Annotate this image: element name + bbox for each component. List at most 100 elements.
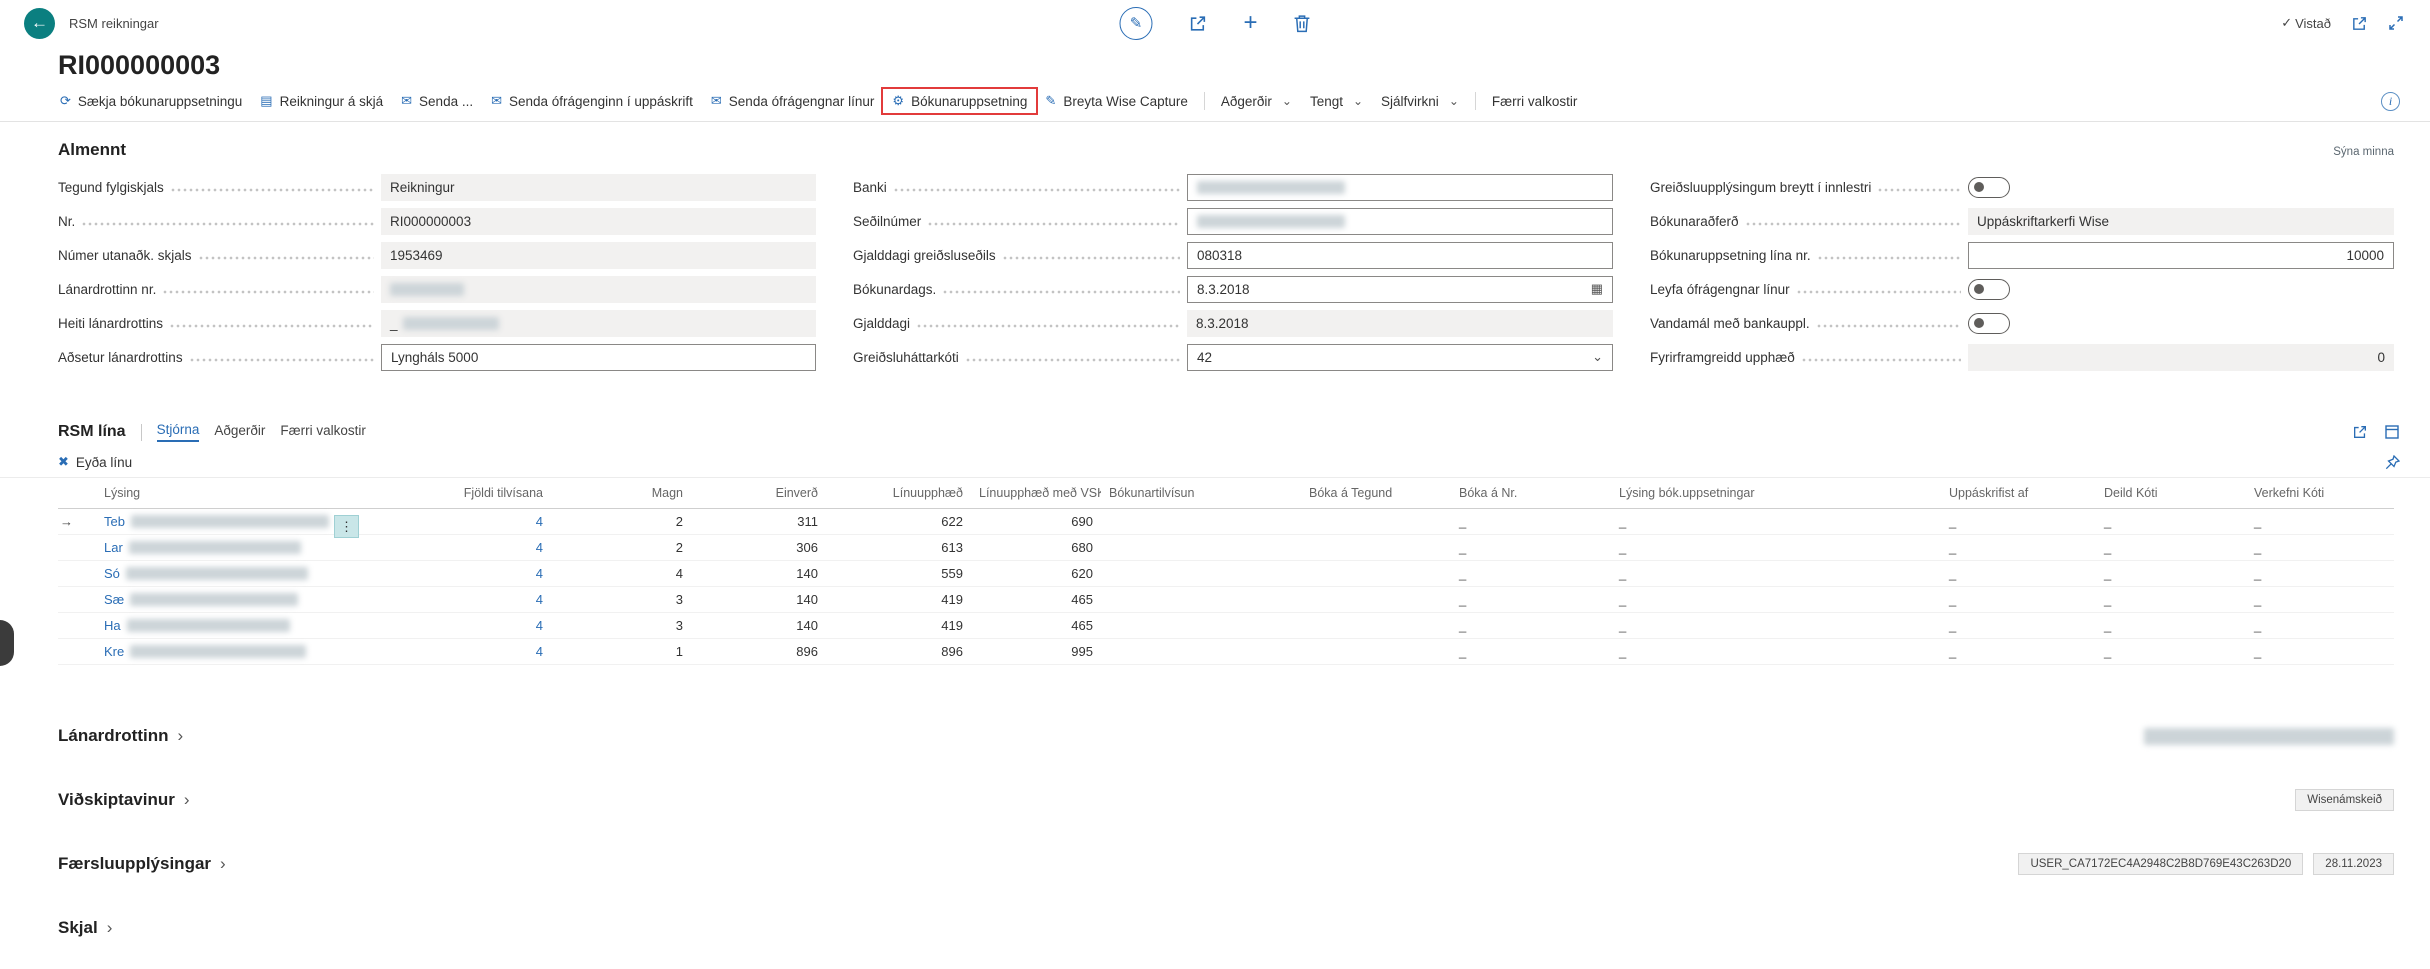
related-menu[interactable]: Tengt ⌄ [1302,91,1371,112]
col-posting-ref[interactable]: Bókunartilvísun [1101,486,1301,500]
payment-info-changed-toggle[interactable] [1968,177,2010,198]
delete-line-button[interactable]: ✖ Eyða línu [58,454,132,470]
line-project-code[interactable]: _ [2246,592,2394,607]
pin-button[interactable] [2385,455,2400,470]
section-title[interactable]: Almennt [58,140,126,160]
col-line-amount[interactable]: Línuupphæð [826,486,971,500]
line-setup-desc[interactable]: _ [1611,644,1941,659]
edit-wise-capture-button[interactable]: ✎ Breyta Wise Capture [1037,90,1195,112]
line-approved-by[interactable]: _ [1941,566,2096,581]
bank-input[interactable] [1187,174,1613,201]
tab-fewer-options[interactable]: Færri valkostir [280,423,366,441]
line-description-cell[interactable]: Sæ [96,592,351,607]
col-unit-price[interactable]: Einverð [691,486,826,500]
table-row[interactable]: Só 4 4 140 559 620 _ _ _ _ _ [58,561,2394,587]
col-line-amount-vat[interactable]: Línuupphæð með VSK [971,486,1101,500]
send-unfinished-approval-button[interactable]: ✉ Senda ófrágenginn í uppáskrift [483,90,701,112]
line-qty[interactable]: 4 [551,566,691,581]
line-approved-by[interactable]: _ [1941,592,2096,607]
vendor-address-input[interactable]: Lyngháls 5000 [381,344,816,371]
delete-button[interactable] [1294,14,1311,33]
line-unit-price[interactable]: 896 [691,644,826,659]
line-qty[interactable]: 1 [551,644,691,659]
line-description[interactable]: Só [104,566,120,581]
col-approved-by[interactable]: Uppáskrifist af [1941,486,2096,500]
line-setup-desc[interactable]: _ [1611,514,1941,529]
line-amount-vat[interactable]: 690 [971,514,1101,529]
line-unit-price[interactable]: 306 [691,540,826,555]
section-document[interactable]: Skjal › [0,909,2430,947]
line-amount-vat[interactable]: 465 [971,592,1101,607]
line-post-nr[interactable]: _ [1451,644,1611,659]
actions-menu[interactable]: Aðgerðir ⌄ [1213,91,1300,112]
share-button[interactable] [1188,14,1207,33]
section-entry-info[interactable]: Færsluupplýsingar › USER_CA7172EC4A2948C… [0,845,2430,883]
lines-title[interactable]: RSM lína [58,423,126,441]
line-amount[interactable]: 419 [826,592,971,607]
line-approved-by[interactable]: _ [1941,618,2096,633]
line-qty[interactable]: 2 [551,540,691,555]
new-document-button[interactable]: + [1243,11,1257,35]
line-description[interactable]: Kre [104,644,124,659]
line-refs[interactable]: 4 [351,618,551,633]
col-project-code[interactable]: Verkefni Kóti [2246,486,2394,500]
line-amount-vat[interactable]: 995 [971,644,1101,659]
table-row[interactable]: Kre 4 1 896 896 995 _ _ _ _ _ [58,639,2394,665]
line-dept-code[interactable]: _ [2096,540,2246,555]
share-lines-button[interactable] [2352,424,2368,440]
tab-manage[interactable]: Stjórna [157,422,200,442]
line-description[interactable]: Teb [104,514,125,529]
calendar-icon[interactable]: ▦ [1591,281,1603,297]
send-button[interactable]: ✉ Senda ... [393,90,481,112]
col-setup-desc[interactable]: Lýsing bók.uppsetningar [1611,486,1941,500]
chevron-down-icon[interactable]: ⌄ [1592,349,1603,365]
fetch-posting-setup-button[interactable]: ⟳ Sækja bókunaruppsetningu [52,90,250,112]
line-approved-by[interactable]: _ [1941,644,2096,659]
section-customer[interactable]: Viðskiptavinur › Wisenámskeið [0,781,2430,819]
col-post-nr[interactable]: Bóka á Nr. [1451,486,1611,500]
line-unit-price[interactable]: 140 [691,592,826,607]
line-project-code[interactable]: _ [2246,644,2394,659]
line-amount[interactable]: 419 [826,618,971,633]
open-lines-button[interactable] [2384,424,2400,440]
payment-method-select[interactable]: 42⌄ [1187,344,1613,371]
line-refs[interactable]: 4 [351,566,551,581]
line-description-cell[interactable]: Kre [96,644,351,659]
line-post-nr[interactable]: _ [1451,566,1611,581]
line-description-cell[interactable]: Só [96,566,351,581]
tab-actions[interactable]: Aðgerðir [214,423,265,441]
line-description-cell[interactable]: Teb⋮ [96,514,351,529]
breadcrumb[interactable]: RSM reikningar [69,16,159,31]
col-qty[interactable]: Magn [551,486,691,500]
invoice-on-screen-button[interactable]: ▤ Reikningur á skjá [252,90,391,112]
line-setup-desc[interactable]: _ [1611,540,1941,555]
col-post-type[interactable]: Bóka á Tegund [1301,486,1451,500]
info-icon[interactable]: i [2381,92,2400,111]
line-post-nr[interactable]: _ [1451,592,1611,607]
posting-date-input[interactable]: 8.3.2018▦ [1187,276,1613,303]
line-unit-price[interactable]: 140 [691,566,826,581]
line-unit-price[interactable]: 311 [691,514,826,529]
posting-setup-line-input[interactable]: 10000 [1968,242,2394,269]
line-refs[interactable]: 4 [351,514,551,529]
line-qty[interactable]: 3 [551,592,691,607]
line-amount[interactable]: 613 [826,540,971,555]
cell-context-menu-icon[interactable]: ⋮ [334,515,359,538]
col-refs[interactable]: Fjöldi tilvísana [351,486,551,500]
col-description[interactable]: Lýsing [96,486,351,500]
line-dept-code[interactable]: _ [2096,566,2246,581]
line-project-code[interactable]: _ [2246,514,2394,529]
slip-due-date-input[interactable]: 080318 [1187,242,1613,269]
line-refs[interactable]: 4 [351,644,551,659]
line-approved-by[interactable]: _ [1941,540,2096,555]
line-setup-desc[interactable]: _ [1611,618,1941,633]
line-post-nr[interactable]: _ [1451,540,1611,555]
table-row[interactable]: → Teb⋮ 4 2 311 622 690 _ _ _ _ _ [58,509,2394,535]
line-amount-vat[interactable]: 680 [971,540,1101,555]
table-row[interactable]: Sæ 4 3 140 419 465 _ _ _ _ _ [58,587,2394,613]
line-dept-code[interactable]: _ [2096,514,2246,529]
line-description[interactable]: Sæ [104,592,124,607]
line-post-nr[interactable]: _ [1451,514,1611,529]
line-qty[interactable]: 2 [551,514,691,529]
line-project-code[interactable]: _ [2246,618,2394,633]
